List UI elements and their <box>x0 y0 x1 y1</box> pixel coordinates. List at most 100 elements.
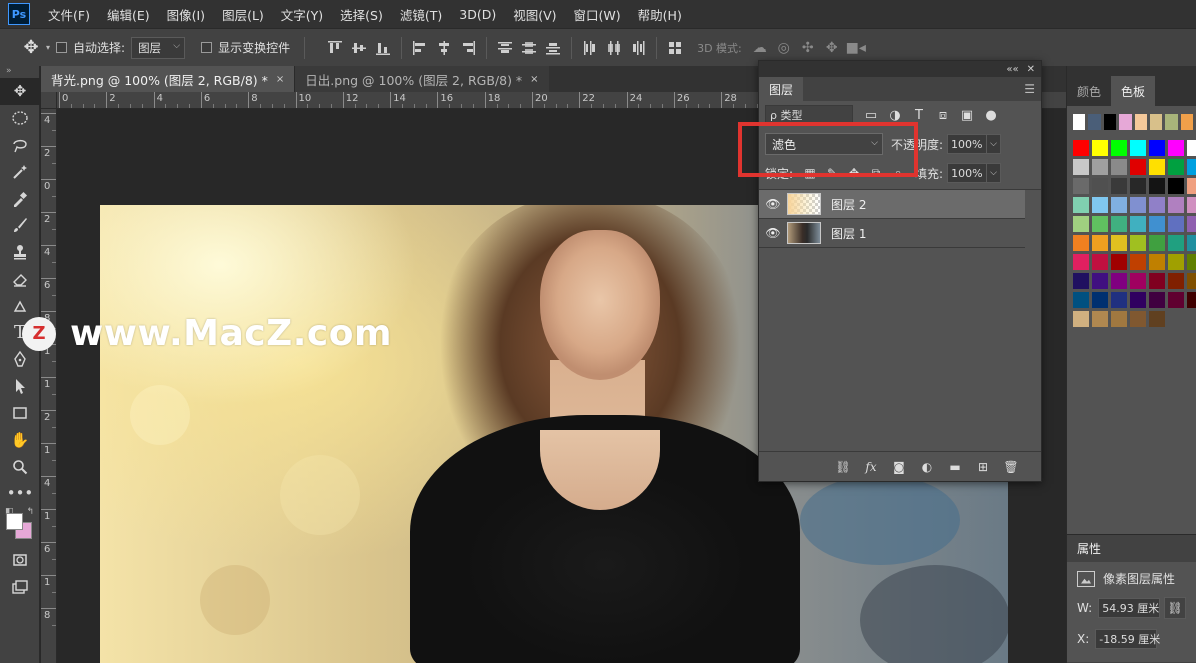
color-swatch[interactable] <box>1130 254 1146 270</box>
color-swatch[interactable] <box>1092 140 1108 156</box>
color-swatch[interactable] <box>1092 178 1108 194</box>
color-swatch[interactable] <box>1073 114 1086 130</box>
width-input[interactable]: 54.93 厘米 <box>1098 598 1161 618</box>
more-tools-icon[interactable]: ••• <box>0 480 40 507</box>
auto-align-icon[interactable] <box>663 37 687 59</box>
color-swatch[interactable] <box>1168 292 1184 308</box>
menu-view[interactable]: 视图(V) <box>513 5 556 24</box>
marquee-tool-icon[interactable] <box>0 105 40 132</box>
path-selection-tool-icon[interactable] <box>0 373 40 400</box>
align-vcenter-icon[interactable] <box>347 37 371 59</box>
stamp-tool-icon[interactable] <box>0 239 40 266</box>
filter-toggle-icon[interactable]: ● <box>979 105 1003 125</box>
foreground-color-swatch[interactable] <box>6 512 23 530</box>
brush-tool-icon[interactable] <box>0 212 40 239</box>
menu-3d[interactable]: 3D(D) <box>459 7 496 22</box>
tab-color[interactable]: 颜色 <box>1067 76 1111 106</box>
color-swatch[interactable] <box>1111 197 1127 213</box>
color-swatch[interactable] <box>1165 114 1178 130</box>
tool-preset-caret-icon[interactable]: ▾ <box>46 43 50 52</box>
hand-tool-icon[interactable]: ✋ <box>0 426 40 453</box>
color-swatch[interactable] <box>1149 197 1165 213</box>
color-swatch[interactable] <box>1130 178 1146 194</box>
tab-backlight[interactable]: 背光.png @ 100% (图层 2, RGB/8) * × <box>41 66 295 92</box>
layer-name[interactable]: 图层 1 <box>831 225 866 242</box>
color-swatch[interactable] <box>1180 114 1193 130</box>
tab-swatches[interactable]: 色板 <box>1111 76 1156 106</box>
color-swatch[interactable] <box>1187 159 1196 175</box>
color-swatch[interactable] <box>1111 235 1127 251</box>
color-swatch[interactable] <box>1130 216 1146 232</box>
color-swatch[interactable] <box>1130 235 1146 251</box>
color-swatch[interactable] <box>1187 140 1196 156</box>
color-swatch[interactable] <box>1187 235 1196 251</box>
color-swatch[interactable] <box>1187 292 1196 308</box>
vertical-ruler[interactable]: 4202468112141618 <box>41 109 57 663</box>
distribute-bottom-icon[interactable] <box>541 37 565 59</box>
distribute-hcenter-icon[interactable] <box>602 37 626 59</box>
eye-icon[interactable]: 👁︎ <box>759 226 787 240</box>
color-swatch[interactable] <box>1168 235 1184 251</box>
x-input[interactable]: -18.59 厘米 <box>1095 629 1160 649</box>
color-swatch[interactable] <box>1073 216 1089 232</box>
align-top-icon[interactable] <box>323 37 347 59</box>
color-swatch[interactable] <box>1149 273 1165 289</box>
color-swatch[interactable] <box>1092 273 1108 289</box>
color-swatch[interactable] <box>1130 159 1146 175</box>
lasso-tool-icon[interactable] <box>0 132 40 159</box>
color-swatch[interactable] <box>1111 273 1127 289</box>
color-swatch[interactable] <box>1187 216 1196 232</box>
color-swatch[interactable] <box>1103 114 1117 130</box>
rectangle-tool-icon[interactable] <box>0 400 40 427</box>
color-swatch[interactable] <box>1092 292 1108 308</box>
close-icon[interactable]: × <box>530 74 538 85</box>
color-swatch[interactable] <box>1111 292 1127 308</box>
menu-select[interactable]: 选择(S) <box>340 5 383 24</box>
new-layer-icon[interactable]: ⊞ <box>969 460 997 474</box>
auto-select-checkbox[interactable] <box>56 42 68 53</box>
color-swatch[interactable] <box>1111 140 1127 156</box>
color-swatch[interactable] <box>1134 114 1147 130</box>
3d-roll-icon[interactable]: ◎ <box>772 37 796 59</box>
color-swatch[interactable] <box>1130 197 1146 213</box>
color-swatch[interactable] <box>1149 292 1165 308</box>
toolbox-collapse-icon[interactable]: » <box>0 66 39 78</box>
swap-colors-icon[interactable]: ↰ <box>26 507 34 517</box>
color-swatch[interactable] <box>1149 178 1165 194</box>
color-swatch[interactable] <box>1111 178 1127 194</box>
color-swatch[interactable] <box>1149 254 1165 270</box>
color-swatch[interactable] <box>1187 178 1196 194</box>
menu-edit[interactable]: 编辑(E) <box>107 5 150 24</box>
color-swatch[interactable] <box>1168 178 1184 194</box>
color-swatch[interactable] <box>1168 216 1184 232</box>
auto-select-dropdown[interactable]: 图层 ⌵ <box>131 36 186 59</box>
zoom-tool-icon[interactable] <box>0 453 40 480</box>
color-swatch[interactable] <box>1149 140 1165 156</box>
distribute-top-icon[interactable] <box>493 37 517 59</box>
color-swatch[interactable] <box>1073 197 1089 213</box>
color-swatch[interactable] <box>1168 140 1184 156</box>
color-swatch[interactable] <box>1073 140 1089 156</box>
menu-image[interactable]: 图像(I) <box>167 5 205 24</box>
color-swatch[interactable] <box>1073 235 1089 251</box>
panel-menu-icon[interactable]: ☰ <box>1024 82 1035 96</box>
move-tool-icon[interactable]: ✥ <box>0 78 40 105</box>
distribute-vcenter-icon[interactable] <box>517 37 541 59</box>
color-swatch[interactable] <box>1073 273 1089 289</box>
layer-row[interactable]: 👁︎ 图层 2 <box>759 190 1025 219</box>
color-swatch[interactable] <box>1092 235 1108 251</box>
color-swatch[interactable] <box>1111 311 1127 327</box>
menu-file[interactable]: 文件(F) <box>48 5 90 24</box>
color-swatch[interactable] <box>1073 159 1089 175</box>
layer-thumbnail[interactable] <box>787 193 821 215</box>
color-swatch[interactable] <box>1130 140 1146 156</box>
3d-pan-icon[interactable]: ✣ <box>796 37 820 59</box>
magic-wand-tool-icon[interactable] <box>0 158 40 185</box>
color-swatch[interactable] <box>1092 197 1108 213</box>
distribute-left-icon[interactable] <box>578 37 602 59</box>
color-swatch[interactable] <box>1168 159 1184 175</box>
fill-input[interactable]: 100% <box>947 163 988 183</box>
color-swatch[interactable] <box>1073 178 1089 194</box>
tab-sunrise[interactable]: 日出.png @ 100% (图层 2, RGB/8) * × <box>294 66 549 92</box>
filter-smart-object-icon[interactable]: ▣ <box>955 105 979 125</box>
